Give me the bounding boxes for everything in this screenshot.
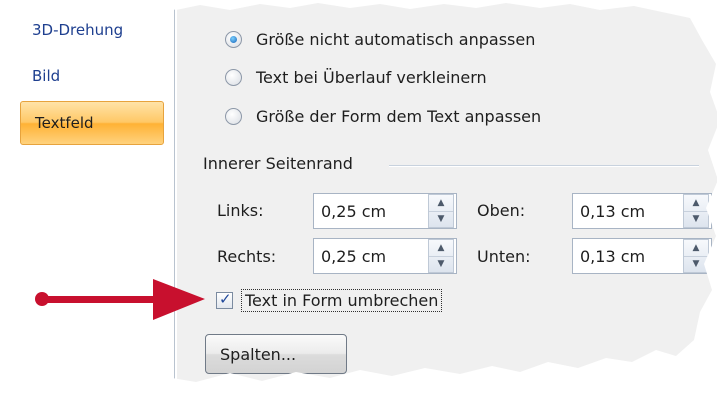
dialog-screenshot: 3D-Drehung Bild Textfeld Größe nicht aut… bbox=[0, 0, 725, 395]
annotation-arrow bbox=[35, 279, 205, 320]
arrow-head bbox=[153, 279, 205, 320]
arrow-pointer-icon bbox=[35, 279, 205, 320]
arrow-shaft bbox=[42, 296, 160, 303]
